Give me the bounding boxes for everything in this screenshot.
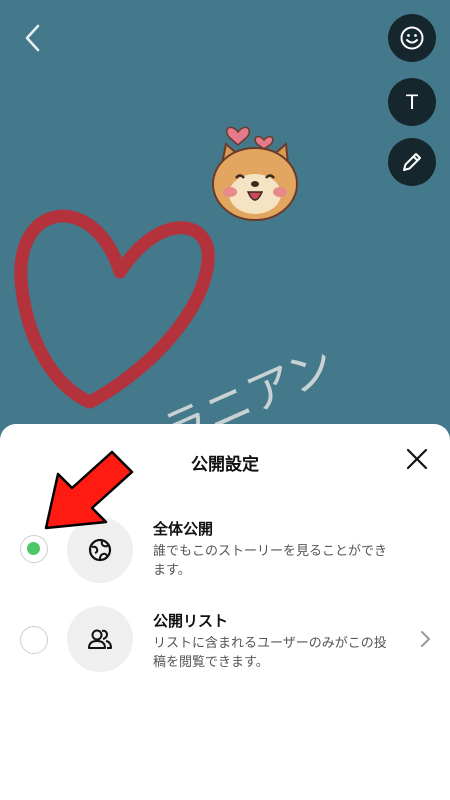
svg-text:T: T: [406, 91, 419, 114]
text-tool-button[interactable]: T: [388, 78, 436, 126]
annotation-arrow: [44, 450, 134, 530]
draw-button[interactable]: [388, 138, 436, 186]
sticker-button[interactable]: [388, 14, 436, 62]
option-description: リストに含まれるユーザーのみがこの投稿を閲覧できます。: [153, 636, 387, 670]
canvas-drawing[interactable]: ラニアン: [0, 180, 450, 440]
pencil-icon: [403, 153, 421, 171]
option-public-list[interactable]: 公開リスト リストに含まれるユーザーのみがこの投稿を閲覧できます。: [0, 600, 450, 680]
option-description: 誰でもこのストーリーを見ることができます。: [153, 544, 388, 578]
back-button[interactable]: [16, 20, 52, 56]
close-button[interactable]: [404, 446, 430, 472]
option-icon-circle: [67, 606, 133, 672]
globe-icon: [88, 538, 112, 562]
radio-selected-dot: [27, 542, 40, 555]
option-title: 公開リスト: [153, 612, 229, 630]
close-icon: [406, 448, 428, 470]
option-title: 全体公開: [153, 520, 214, 538]
smiley-icon: [400, 26, 424, 50]
chevron-left-icon: [25, 24, 40, 52]
chevron-right-icon[interactable]: [418, 630, 432, 648]
radio-public-list[interactable]: [20, 626, 48, 654]
people-icon: [88, 629, 112, 649]
text-tool-icon: T: [406, 91, 419, 114]
